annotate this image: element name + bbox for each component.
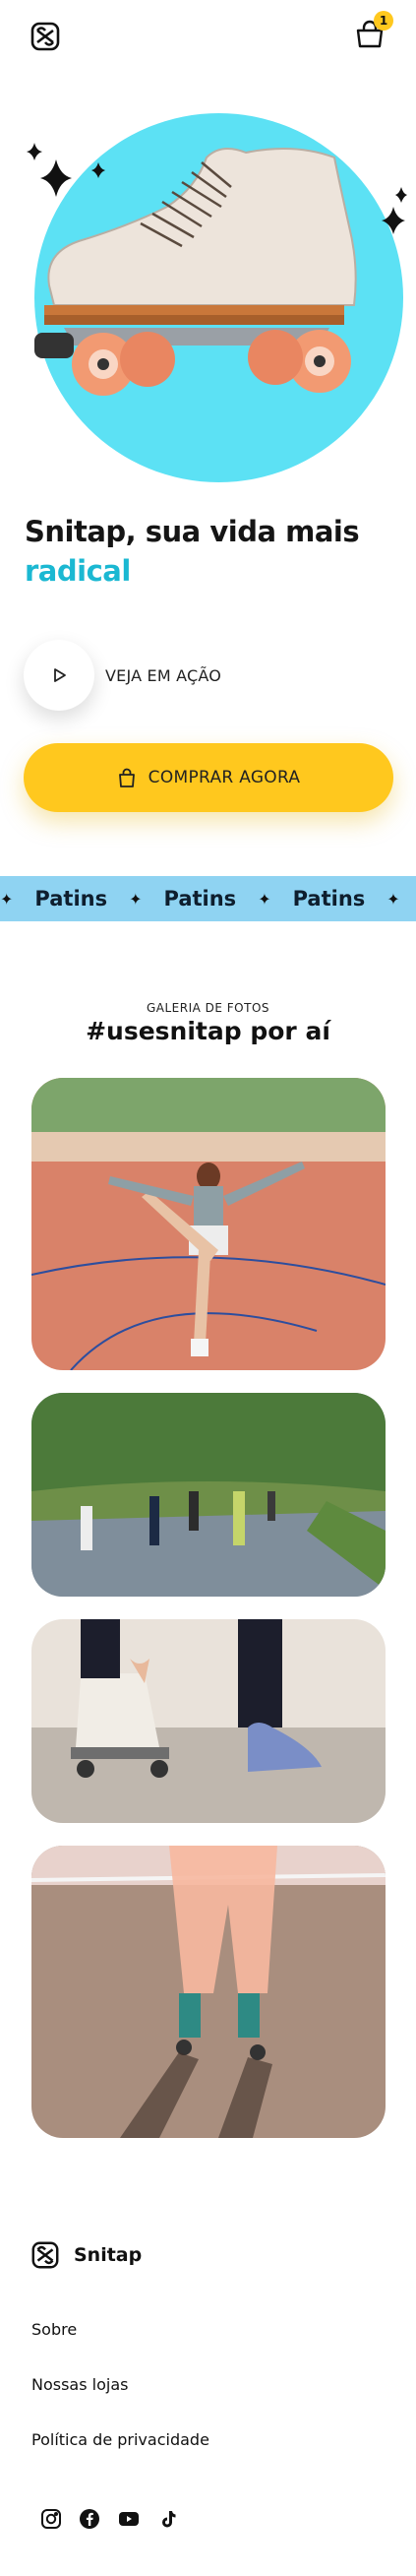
- gallery-eyebrow: GALERIA DE FOTOS: [146, 1001, 270, 1015]
- hero-headline: Snitap, sua vida mais radical: [25, 512, 398, 591]
- snitap-logo-icon[interactable]: [29, 20, 62, 53]
- instagram-icon[interactable]: [40, 2508, 62, 2530]
- play-video-button[interactable]: [24, 640, 94, 711]
- youtube-icon[interactable]: [118, 2508, 140, 2530]
- marquee-item: Patins: [34, 887, 108, 911]
- roller-skate-image: [34, 148, 357, 396]
- headline-accent: radical: [25, 554, 131, 588]
- sparkle-icon: ✦: [258, 889, 271, 909]
- play-video-label[interactable]: VEJA EM AÇÃO: [105, 666, 221, 685]
- footer-link-sobre[interactable]: Sobre: [31, 2320, 77, 2339]
- buy-now-button[interactable]: COMPRAR AGORA: [24, 743, 393, 812]
- gallery-photo[interactable]: [31, 1846, 386, 2138]
- sparkle-icon: ✦: [0, 889, 14, 909]
- footer-link-privacidade[interactable]: Política de privacidade: [31, 2430, 209, 2449]
- facebook-icon[interactable]: [79, 2508, 100, 2530]
- sparkle-icon: ✦: [129, 889, 143, 909]
- sparkle-icon: ✦: [386, 889, 400, 909]
- snitap-logo-icon[interactable]: [30, 2239, 61, 2271]
- shopping-bag-icon: [118, 768, 135, 787]
- buy-now-label: COMPRAR AGORA: [148, 768, 301, 787]
- marquee-item: Patins: [292, 887, 366, 911]
- marquee-item: Patins: [163, 887, 237, 911]
- footer-brand: Snitap: [74, 2244, 143, 2266]
- gallery-photo[interactable]: [31, 1393, 386, 1597]
- cart-count-badge: 1: [374, 11, 393, 31]
- tiktok-icon[interactable]: [157, 2508, 179, 2530]
- marquee-banner: ✦ Patins ✦ Patins ✦ Patins ✦: [0, 876, 416, 921]
- gallery-photo[interactable]: [31, 1078, 386, 1370]
- footer-link-lojas[interactable]: Nossas lojas: [31, 2375, 128, 2394]
- sparkle-icon: [395, 187, 407, 203]
- gallery-title: #usesnitap por aí: [86, 1017, 330, 1045]
- play-icon: [54, 668, 66, 682]
- gallery-photo[interactable]: [31, 1619, 386, 1823]
- headline-main: Snitap, sua vida mais: [25, 515, 360, 548]
